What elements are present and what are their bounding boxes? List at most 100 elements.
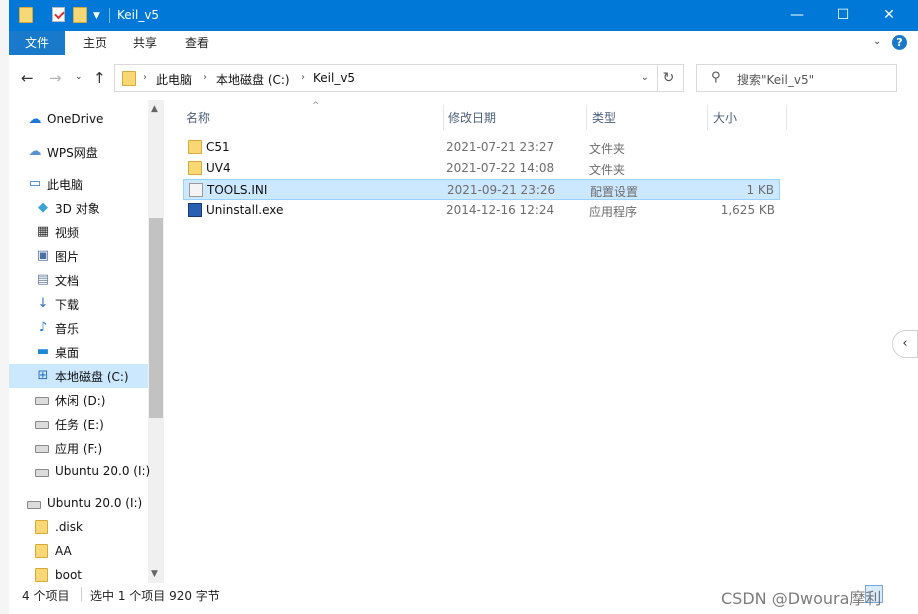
- scroll-down-icon[interactable]: ▼: [151, 569, 158, 579]
- file-name: UV4: [206, 161, 231, 175]
- ribbon-tabs: 文件 主页 共享 查看 ⌄ ?: [9, 31, 918, 56]
- sidebar-item-label: 下载: [55, 298, 80, 312]
- sidebar-item-label: 任务 (E:): [55, 418, 104, 432]
- sidebar-item[interactable]: ↓ 下载: [9, 292, 148, 316]
- file-date: 2021-09-21 23:26: [447, 183, 556, 197]
- column-header-name[interactable]: 名称: [186, 109, 210, 131]
- breadcrumb-this-pc[interactable]: 此电脑: [156, 71, 192, 88]
- sidebar-item[interactable]: 休闲 (D:): [9, 388, 148, 412]
- scrollbar-thumb[interactable]: [149, 218, 163, 418]
- sidebar-item[interactable]: ▬ 桌面: [9, 340, 148, 364]
- chevron-right-icon[interactable]: ›: [301, 72, 305, 83]
- column-divider[interactable]: [586, 105, 587, 130]
- document-icon: ▤: [36, 272, 50, 287]
- sidebar-item[interactable]: 应用 (F:): [9, 436, 148, 460]
- properties-icon[interactable]: [52, 7, 65, 22]
- column-header-type[interactable]: 类型: [592, 109, 616, 131]
- up-arrow-icon[interactable]: ↑: [93, 69, 106, 87]
- column-divider[interactable]: [786, 105, 787, 130]
- sidebar-item[interactable]: ▣ 图片: [9, 244, 148, 268]
- file-date: 2014-12-16 12:24: [446, 203, 555, 217]
- sidebar-item[interactable]: ♪ 音乐: [9, 316, 148, 340]
- file-name: TOOLS.INI: [207, 183, 268, 197]
- sidebar-item-label: 此电脑: [47, 178, 84, 192]
- chevron-right-icon[interactable]: ›: [143, 72, 147, 83]
- maximize-button[interactable]: ☐: [820, 0, 866, 31]
- file-type: 文件夹: [589, 163, 626, 177]
- drive-icon: [35, 445, 49, 453]
- column-divider[interactable]: [443, 105, 444, 130]
- file-type: 应用程序: [589, 205, 638, 219]
- file-row[interactable]: C51 2021-07-21 23:27 文件夹: [183, 137, 780, 158]
- scroll-up-icon[interactable]: ▲: [151, 104, 158, 114]
- tab-file[interactable]: 文件: [9, 31, 65, 55]
- sidebar-item[interactable]: ☁ OneDrive: [9, 108, 148, 132]
- tab-home[interactable]: 主页: [77, 31, 113, 55]
- file-row[interactable]: Uninstall.exe 2014-12-16 12:24 应用程序 1,625 K…: [183, 200, 780, 221]
- sidebar-item[interactable]: ⊞ 本地磁盘 (C:): [9, 364, 148, 388]
- drive-icon: [27, 501, 41, 509]
- sidebar-item[interactable]: 任务 (E:): [9, 412, 148, 436]
- refresh-button[interactable]: ↻: [654, 64, 684, 92]
- chevron-right-icon[interactable]: ›: [203, 72, 207, 83]
- sidebar-item-label: OneDrive: [47, 112, 104, 126]
- background-page-strip: [0, 0, 9, 614]
- navigation-scrollbar[interactable]: ▲ ▼: [148, 100, 164, 583]
- chevron-down-icon[interactable]: ⌄: [641, 72, 649, 83]
- expand-ribbon-icon[interactable]: ⌄: [873, 36, 881, 47]
- sidebar-item[interactable]: ☁ WPS网盘: [9, 140, 148, 164]
- breadcrumb-keil-v5[interactable]: Keil_v5: [313, 71, 355, 85]
- file-row[interactable]: UV4 2021-07-22 14:08 文件夹: [183, 158, 780, 179]
- address-bar[interactable]: › 此电脑 › 本地磁盘 (C:) › Keil_v5 ⌄: [114, 64, 658, 92]
- folder-icon: [188, 161, 202, 175]
- column-divider[interactable]: [707, 105, 708, 130]
- item-count: 4 个项目: [22, 589, 70, 603]
- sidebar-item-label: 视频: [55, 226, 80, 240]
- sidebar-item-label: 3D 对象: [55, 202, 100, 216]
- cloud-icon: ☁: [28, 112, 42, 127]
- sidebar-item-label: boot: [55, 568, 83, 582]
- file-row[interactable]: TOOLS.INI 2021-09-21 23:26 配置设置 1 KB: [183, 179, 780, 200]
- sidebar-item-label: 音乐: [55, 322, 80, 336]
- forward-arrow-icon[interactable]: →: [49, 69, 62, 87]
- sidebar-item[interactable]: ▭ 此电脑: [9, 172, 148, 196]
- navigation-bar: ← → ⌄ ↑ › 此电脑 › 本地磁盘 (C:) › Keil_v5 ⌄ ↻ …: [9, 55, 918, 100]
- file-date: 2021-07-21 23:27: [446, 140, 555, 154]
- collapse-pane-button[interactable]: ‹: [892, 330, 918, 358]
- desktop-icon: ▬: [36, 344, 50, 359]
- column-header-date[interactable]: 修改日期: [448, 109, 496, 131]
- sidebar-item-label: Ubuntu 20.0 (I:): [55, 464, 151, 478]
- new-folder-icon[interactable]: [73, 7, 87, 23]
- sidebar-item[interactable]: ▤ 文档: [9, 268, 148, 292]
- close-button[interactable]: ✕: [866, 0, 912, 31]
- back-arrow-icon[interactable]: ←: [21, 69, 34, 87]
- recent-locations-icon[interactable]: ⌄: [75, 72, 83, 82]
- help-icon[interactable]: ?: [892, 35, 907, 50]
- sidebar-item-label: 应用 (F:): [55, 442, 103, 456]
- column-header-size[interactable]: 大小: [713, 109, 737, 131]
- sidebar-item[interactable]: boot: [9, 564, 148, 583]
- file-size: 1,625 KB: [720, 203, 775, 217]
- sidebar-item-label: Ubuntu 20.0 (I:): [47, 496, 143, 510]
- sidebar-item[interactable]: Ubuntu 20.0 (I:): [9, 492, 148, 516]
- minimize-button[interactable]: —: [774, 0, 820, 31]
- sort-ascending-icon: ^: [312, 101, 320, 111]
- quick-access-dropdown-icon[interactable]: ▼: [93, 11, 100, 21]
- status-divider: [81, 587, 82, 601]
- tab-view[interactable]: 查看: [179, 31, 215, 55]
- file-list: 名称 ^ 修改日期 类型 大小 C51 2021-07-21 23:27 文件夹 UV…: [166, 100, 892, 583]
- file-name: Uninstall.exe: [206, 203, 284, 217]
- sidebar-item[interactable]: ◆ 3D 对象: [9, 196, 148, 220]
- tab-share[interactable]: 共享: [127, 31, 163, 55]
- breadcrumb-local-disk-c[interactable]: 本地磁盘 (C:): [216, 71, 290, 88]
- file-explorer-window: ▼ Keil_v5 — ☐ ✕ 文件 主页 共享 查看 ⌄ ? ← → ⌄ ↑ …: [9, 0, 918, 614]
- sidebar-item[interactable]: .disk: [9, 516, 148, 540]
- sidebar-item[interactable]: AA: [9, 540, 148, 564]
- sidebar-item[interactable]: ▦ 视频: [9, 220, 148, 244]
- search-box[interactable]: ⚲ 搜索"Keil_v5": [696, 64, 897, 92]
- column-type-label: 类型: [592, 111, 617, 125]
- sidebar-item[interactable]: Ubuntu 20.0 (I:): [9, 460, 151, 484]
- drive-icon: [35, 397, 49, 405]
- search-input[interactable]: 搜索"Keil_v5": [737, 71, 814, 88]
- video-icon: ▦: [36, 224, 50, 239]
